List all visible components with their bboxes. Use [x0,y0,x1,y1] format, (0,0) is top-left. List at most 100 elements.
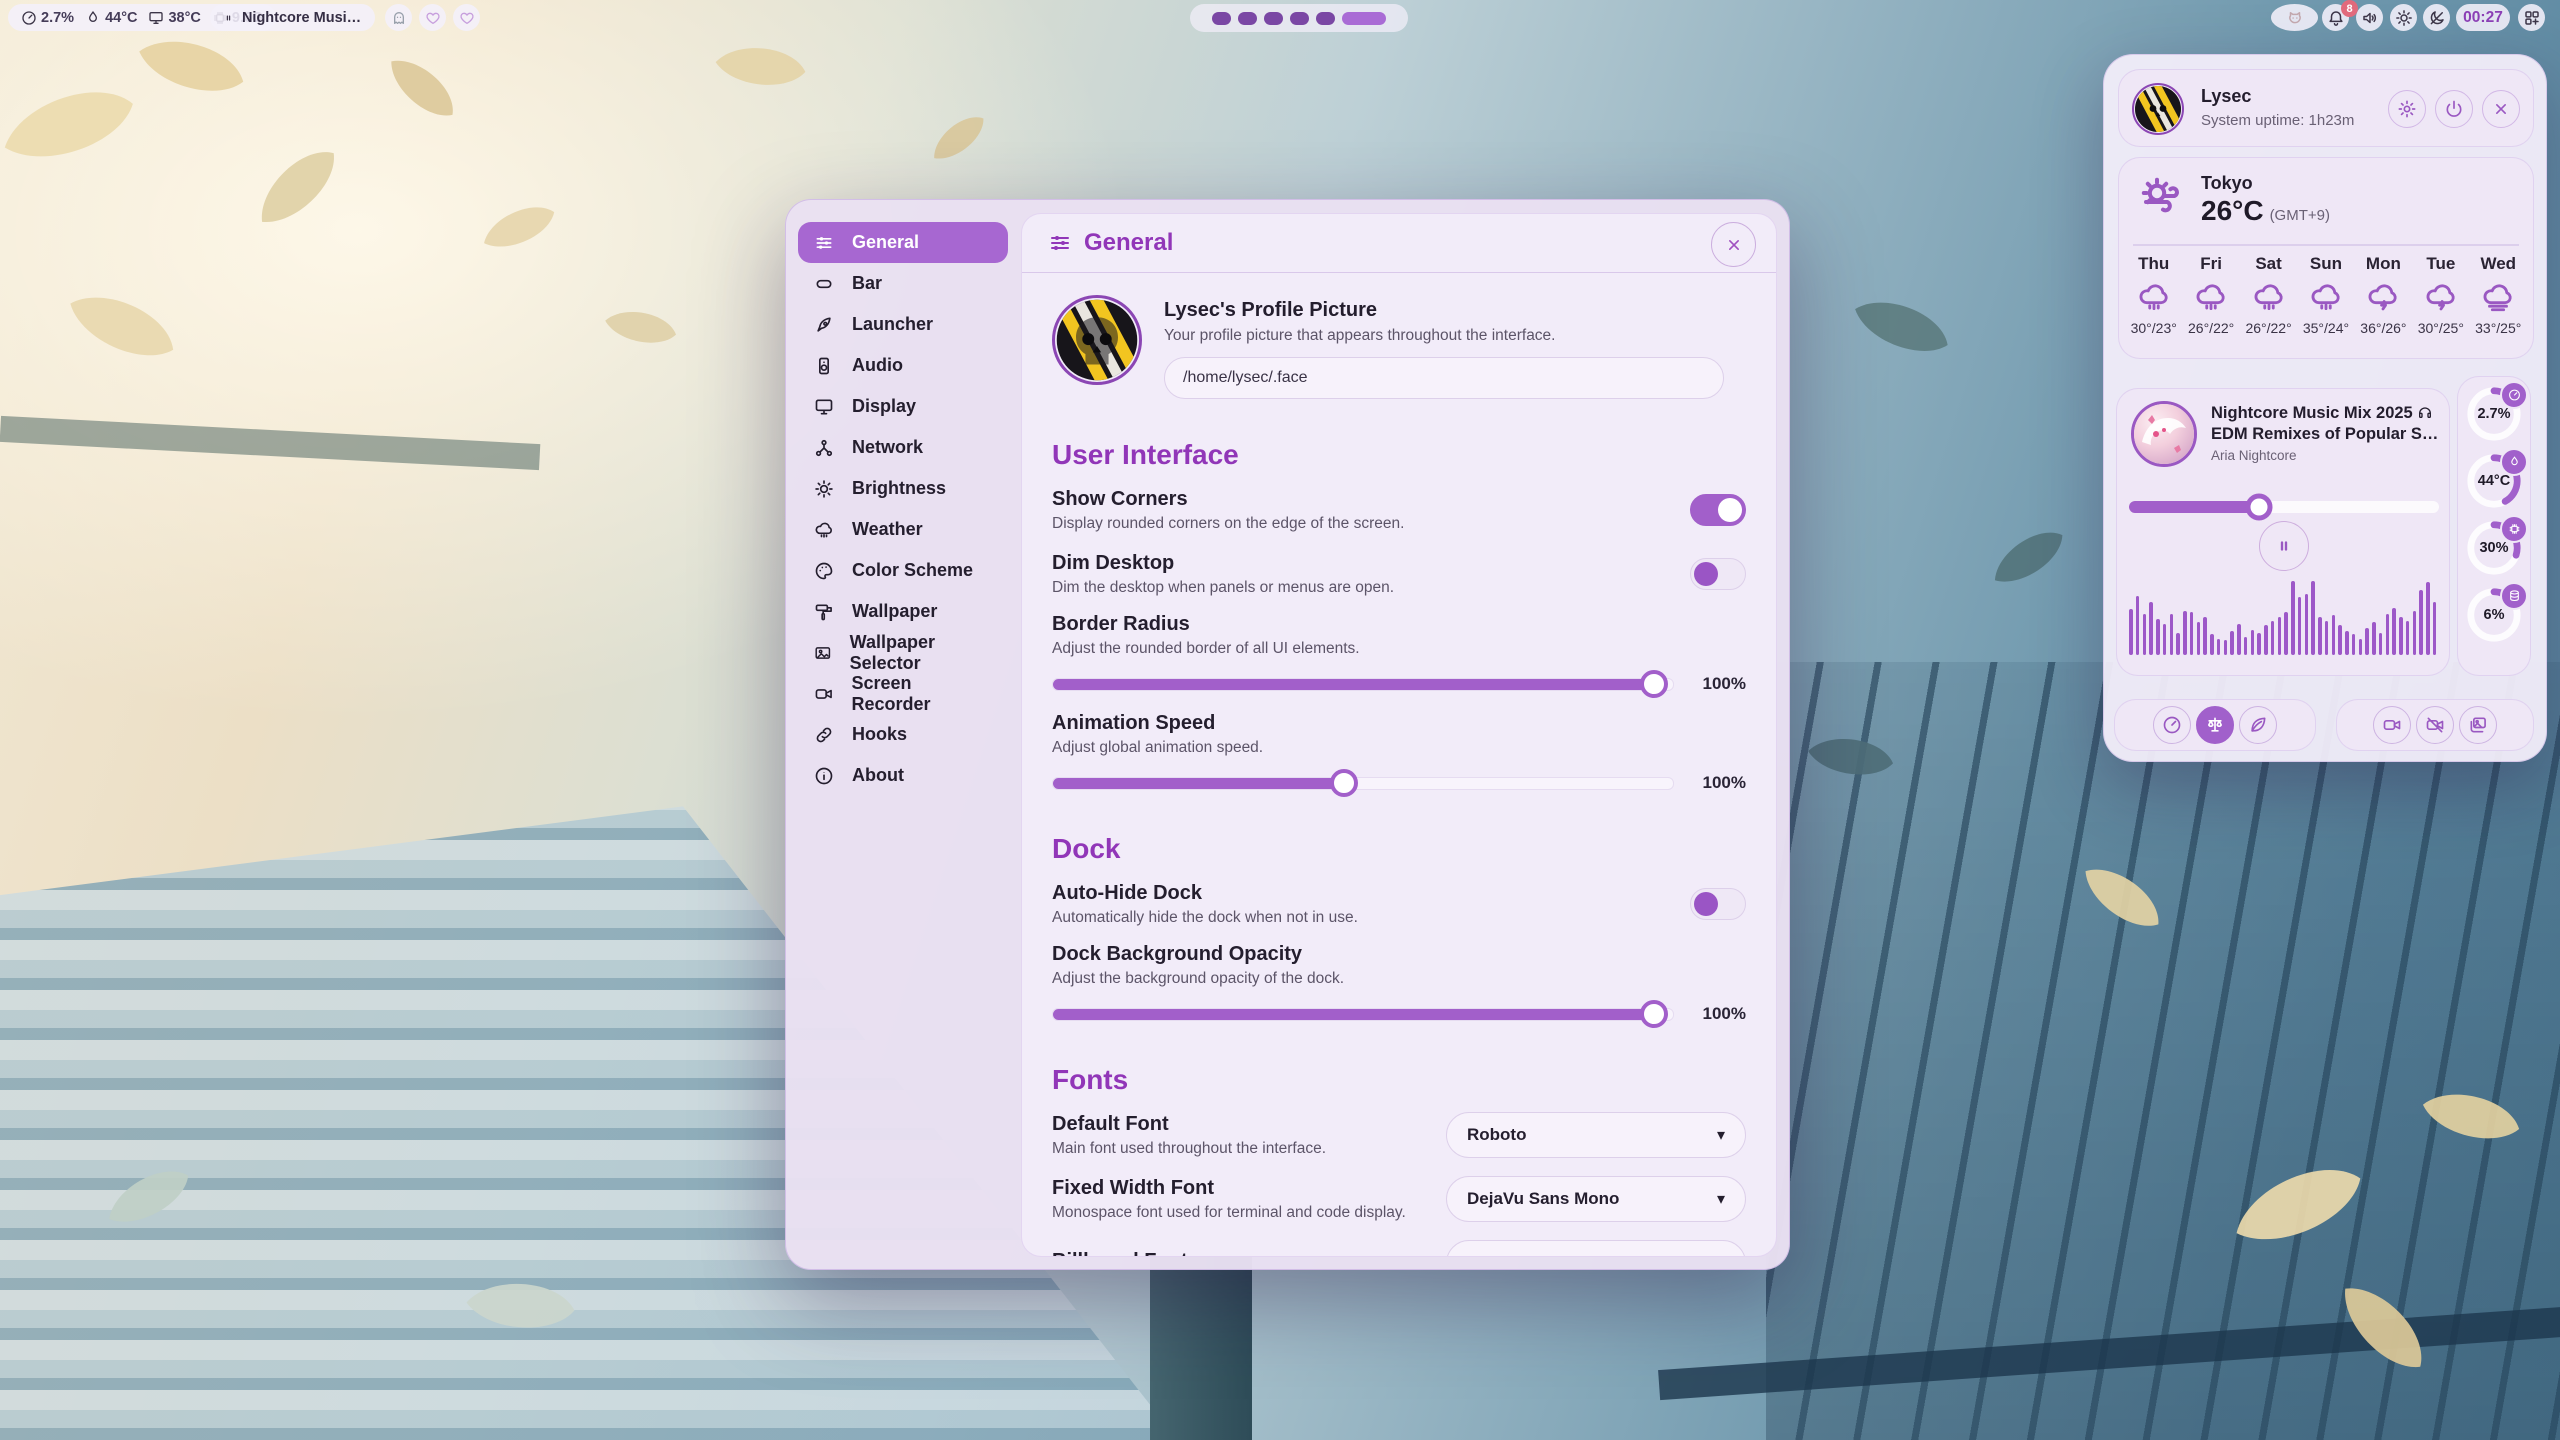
power-button[interactable] [2435,90,2473,128]
forecast-temps: 36°/26° [2360,320,2406,336]
album-art [2131,401,2197,467]
sidebar-item-screen-recorder[interactable]: Screen Recorder [798,673,1008,714]
workspace-dot[interactable] [1264,12,1283,25]
clock[interactable]: 00:27 [2456,4,2510,31]
setting-row-show-corners: Show CornersDisplay rounded corners on t… [1052,485,1746,535]
sidebar-item-launcher[interactable]: Launcher [798,304,1008,345]
camera-off-icon [2425,715,2445,735]
music-progress-slider[interactable] [2129,501,2439,513]
sidebar-item-about[interactable]: About [798,755,1008,796]
sidebar-item-label: Display [852,396,916,417]
slider-knob[interactable] [1640,1000,1668,1028]
forecast-temps: 33°/25° [2475,320,2521,336]
record-off-button[interactable] [2416,706,2454,744]
close-panel-button[interactable] [2482,90,2520,128]
visualizer-bar [2345,631,2349,655]
close-button[interactable] [1711,222,1756,267]
tune-icon [1048,231,1072,255]
night-icon [2428,9,2446,27]
like-button[interactable] [453,4,480,31]
sidebar-item-label: Weather [852,519,923,540]
toggle-show-corners[interactable] [1690,494,1746,526]
toggle-auto-hide-dock[interactable] [1690,888,1746,920]
sidebar-item-general[interactable]: General [798,222,1008,263]
settings-button[interactable] [2388,90,2426,128]
database-icon [2508,590,2521,603]
forecast-day-sun: Sun35°/24° [2297,254,2354,336]
tray-app-button[interactable] [2271,4,2318,31]
ghost-button[interactable] [385,4,412,31]
setting-label: Auto-Hide Dock [1052,882,1358,905]
screenshot-gallery-button[interactable] [2459,706,2497,744]
sidebar-item-label: About [852,765,904,786]
visualizer-bar [2318,617,2322,655]
night-light-button[interactable] [2423,4,2450,31]
workspace-dot[interactable] [1316,12,1335,25]
favorite-button[interactable] [419,4,446,31]
visualizer-bar [2278,617,2282,655]
sidebar-item-wallpaper[interactable]: Wallpaper [798,591,1008,632]
slider-knob[interactable] [1330,769,1358,797]
brightness-button[interactable] [2390,4,2417,31]
sidebar-item-brightness[interactable]: Brightness [798,468,1008,509]
dropdown-fixed-width-font[interactable]: DejaVu Sans Mono▾ [1446,1176,1746,1222]
slider-dock-background-opacity[interactable] [1052,1008,1674,1021]
notification-badge: 8 [2341,0,2358,17]
workspace-dot[interactable] [1290,12,1309,25]
visualizer-bar [2251,630,2255,655]
forecast-day-wed: Wed33°/25° [2470,254,2527,336]
volume-button[interactable] [2356,4,2383,31]
workspace-active[interactable] [1342,12,1386,25]
sidebar-item-network[interactable]: Network [798,427,1008,468]
chip-icon [2508,523,2521,536]
leaf-icon [2248,715,2268,735]
top-bar: 2.7%44°C38°C9.6G Nightcore Music Mix 20…… [0,0,2560,36]
monitor-icon [148,10,164,26]
system-gauges-card: 2.7%44°C30%6% [2457,376,2531,676]
sidebar-item-weather[interactable]: Weather [798,509,1008,550]
sidebar-item-bar[interactable]: Bar [798,263,1008,304]
play-pause-button[interactable] [2259,521,2309,571]
dropdown-billboard-font[interactable]: ▾ [1446,1240,1746,1257]
gauge-badge [2500,381,2528,409]
visualizer-bar [2149,602,2153,655]
slider-animation-speed[interactable] [1052,777,1674,790]
workspace-indicator [1190,4,1408,32]
desktop: 2.7%44°C38°C9.6G Nightcore Music Mix 20…… [0,0,2560,1440]
visualizer-bar [2386,614,2390,655]
workspace-dot[interactable] [1238,12,1257,25]
overview-button[interactable] [2518,4,2545,31]
performance-mode-button[interactable] [2153,706,2191,744]
cloud-bolt-icon [2424,280,2458,314]
chevron-down-icon: ▾ [1717,1125,1725,1145]
image-icon [814,643,832,663]
power-mode-card [2114,699,2316,751]
sidebar-item-display[interactable]: Display [798,386,1008,427]
network-icon [814,438,834,458]
topbar-music-pill[interactable]: Nightcore Music Mix 20… [210,4,375,31]
pill-icon [814,274,834,294]
pause-icon [223,10,234,26]
setting-label: Show Corners [1052,488,1404,511]
visualizer-bar [2359,639,2363,655]
balanced-mode-button[interactable] [2196,706,2234,744]
sidebar-item-audio[interactable]: Audio [798,345,1008,386]
profile-path-input[interactable] [1164,357,1724,399]
flame-icon [2508,456,2521,469]
slider-border-radius[interactable] [1052,678,1674,691]
setting-description: Dim the desktop when panels or menus are… [1052,579,1394,597]
toggle-dim-desktop[interactable] [1690,558,1746,590]
visualizer-bar [2352,634,2356,655]
setting-description: Adjust the rounded border of all UI elem… [1052,640,1746,658]
screen-record-button[interactable] [2373,706,2411,744]
sidebar-item-color-scheme[interactable]: Color Scheme [798,550,1008,591]
setting-text: Animation SpeedAdjust global animation s… [1052,712,1746,757]
powersave-mode-button[interactable] [2239,706,2277,744]
slider-knob[interactable] [1640,670,1668,698]
dropdown-default-font[interactable]: Roboto▾ [1446,1112,1746,1158]
sidebar-item-wallpaper-selector[interactable]: Wallpaper Selector [798,632,1008,673]
setting-label: Dim Desktop [1052,552,1394,575]
sidebar-item-hooks[interactable]: Hooks [798,714,1008,755]
workspace-dot[interactable] [1212,12,1231,25]
slider-value: 100% [1674,773,1746,793]
